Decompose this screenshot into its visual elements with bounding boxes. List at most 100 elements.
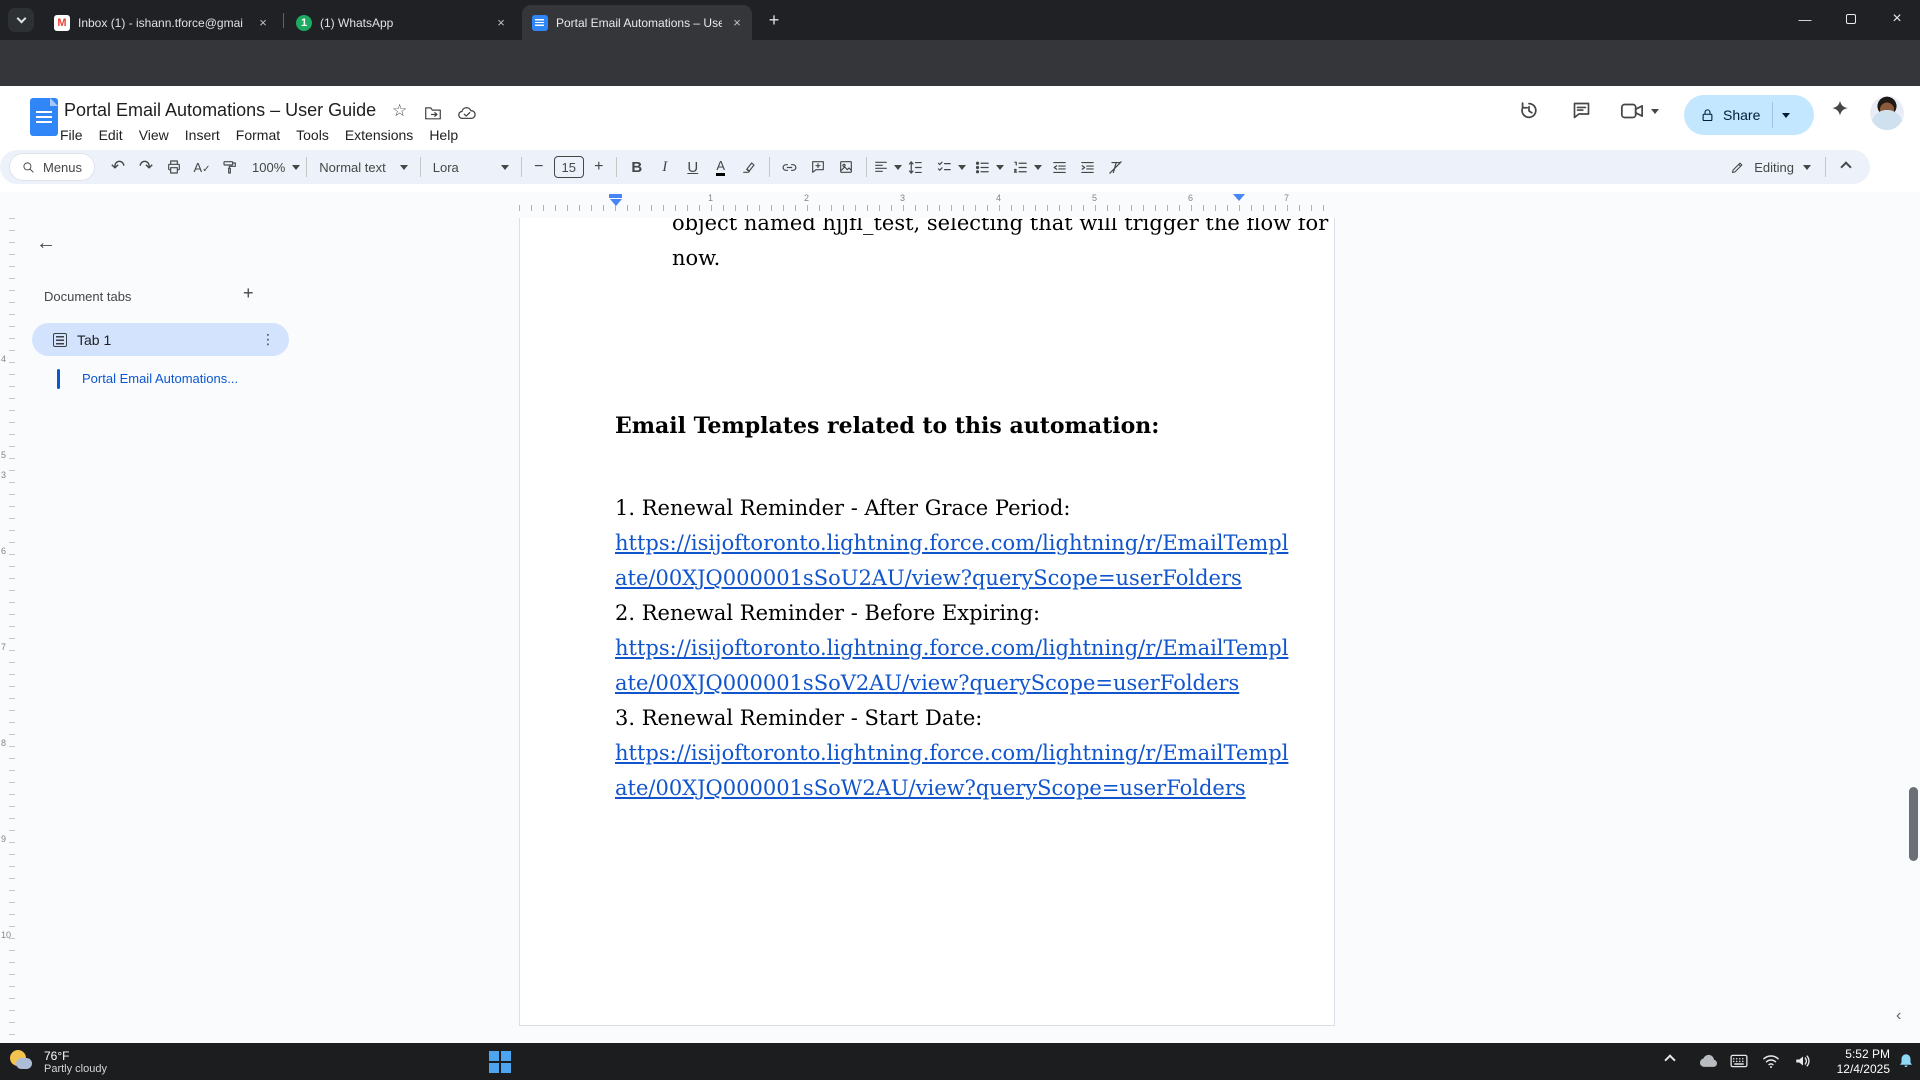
move-to-folder-icon[interactable] [424,105,442,121]
window-minimize-button[interactable]: — [1782,0,1828,38]
volume-icon[interactable] [1794,1053,1812,1069]
add-tab-button[interactable]: + [243,283,254,304]
tray-chevron-up-icon[interactable] [1666,1056,1674,1064]
tab-docs-active[interactable]: Portal Email Automations – Use × [522,5,752,40]
window-close-button[interactable]: × [1874,0,1920,38]
increase-indent-button[interactable] [1074,154,1102,180]
numbered-list-control[interactable] [1012,159,1042,176]
insert-link-button[interactable] [776,154,804,180]
document-title[interactable]: Portal Email Automations – User Guide [64,100,376,121]
template-2-link-line1[interactable]: https://isijoftoronto.lightning.force.co… [615,636,1288,660]
menu-format[interactable]: Format [228,125,288,145]
font-family-control[interactable]: Lora [427,160,515,175]
checklist-dropdown-icon [958,165,966,170]
onedrive-icon[interactable] [1698,1053,1720,1069]
comments-icon[interactable] [1571,100,1592,121]
share-button[interactable]: Share [1684,95,1814,135]
wifi-icon[interactable] [1762,1053,1780,1069]
clear-formatting-button[interactable] [1102,154,1130,180]
version-history-icon[interactable] [1518,99,1540,121]
template-3-label[interactable]: 3. Renewal Reminder - Start Date: [615,706,982,730]
template-1-link-line1[interactable]: https://isijoftoronto.lightning.force.co… [615,531,1288,555]
account-avatar[interactable] [1870,96,1904,130]
print-button[interactable] [160,154,188,180]
template-3-link-line2[interactable]: ate/00XJQ000001sSoW2AU/view?queryScope=u… [615,776,1246,800]
tab-whatsapp[interactable]: 1 (1) WhatsApp × [286,5,516,40]
italic-button[interactable]: I [651,154,679,180]
undo-button[interactable]: ↶ [104,154,132,180]
star-document-icon[interactable]: ☆ [392,101,407,121]
first-line-indent-marker[interactable] [609,194,622,198]
menu-file[interactable]: File [52,125,91,145]
template-1-label[interactable]: 1. Renewal Reminder - After Grace Period… [615,496,1070,520]
decrease-indent-button[interactable] [1046,154,1074,180]
template-3-link-line1[interactable]: https://isijoftoronto.lightning.force.co… [615,741,1288,765]
decrease-font-size-button[interactable]: − [528,154,550,180]
weather-widget[interactable]: 76°F Partly cloudy [8,1043,107,1080]
horizontal-ruler[interactable]: 1 2 3 4 5 6 7 [0,192,1920,218]
scrollbar-thumb[interactable] [1909,787,1918,861]
font-size-field[interactable]: 15 [554,156,584,178]
cloud-saved-icon[interactable] [457,105,477,121]
bulleted-list-control[interactable] [974,159,1004,176]
sidebar-tab-1[interactable]: Tab 1 ⋮ [32,323,289,356]
video-call-icon[interactable] [1620,102,1644,120]
notification-bell-icon[interactable] [1897,1052,1915,1070]
video-call-dropdown-icon[interactable] [1651,109,1659,114]
touch-keyboard-icon[interactable] [1730,1054,1748,1068]
template-2-link-line2[interactable]: ate/00XJQ000001sSoV2AU/view?queryScope=u… [615,671,1239,695]
menu-extensions[interactable]: Extensions [337,125,421,145]
gemini-sparkle-icon[interactable] [1830,99,1850,119]
template-2-label[interactable]: 2. Renewal Reminder - Before Expiring: [615,601,1040,625]
menu-help[interactable]: Help [421,125,466,145]
collapse-panel-chevron[interactable]: ‹ [1896,1004,1912,1028]
browser-toolbar: ← → ↻ docs.google.com/document/d/1jpc3R6… [0,40,1920,86]
tab-gmail[interactable]: M Inbox (1) - ishann.tforce@gmai × [44,5,278,40]
menus-label: Menus [43,160,82,175]
menu-view[interactable]: View [131,125,177,145]
section-heading[interactable]: Email Templates related to this automati… [615,413,1159,439]
start-button[interactable] [489,1051,511,1073]
new-tab-button[interactable]: + [762,9,786,33]
bold-button[interactable]: B [623,154,651,180]
align-control[interactable] [873,159,902,175]
share-dropdown-icon[interactable] [1782,113,1790,118]
bulleted-dropdown-icon [996,165,1004,170]
tab-divider [283,13,284,28]
menus-search-button[interactable]: Menus [10,154,94,180]
outline-item[interactable]: Portal Email Automations... [82,371,238,386]
window-maximize-button[interactable] [1828,0,1874,38]
add-comment-button[interactable] [804,154,832,180]
close-sidebar-button[interactable]: ← [36,232,56,255]
outdent-icon [1051,159,1068,176]
tab-search-button[interactable] [8,8,34,32]
redo-button[interactable]: ↷ [132,154,160,180]
insert-image-button[interactable] [832,154,860,180]
zoom-control[interactable]: 100% [252,160,300,175]
menu-edit[interactable]: Edit [91,125,131,145]
browser-tab-bar: M Inbox (1) - ishann.tforce@gmai × 1 (1)… [0,0,1920,40]
menu-insert[interactable]: Insert [177,125,228,145]
left-indent-marker[interactable] [610,199,622,206]
ruler-number: 6 [1188,193,1193,203]
close-tab-icon[interactable]: × [254,14,272,32]
template-1-link-line2[interactable]: ate/00XJQ000001sSoU2AU/view?queryScope=u… [615,566,1242,590]
close-tab-icon[interactable]: × [728,14,746,32]
close-tab-icon[interactable]: × [492,14,510,32]
tab-options-icon[interactable]: ⋮ [261,331,275,348]
highlight-color-button[interactable] [735,154,763,180]
text-color-button[interactable]: A [707,154,735,180]
paragraph-clipped-line2[interactable]: now. [672,246,720,270]
right-indent-marker[interactable] [1233,194,1245,201]
underline-button[interactable]: U [679,154,707,180]
menu-tools[interactable]: Tools [288,125,337,145]
hide-menus-button[interactable] [1832,154,1860,180]
spelling-check-button[interactable]: A✓ [188,154,216,180]
paragraph-style-control[interactable]: Normal text [313,160,413,175]
clock[interactable]: 5:52 PM 12/4/2025 [1828,1047,1890,1076]
increase-font-size-button[interactable]: + [588,154,610,180]
checklist-control[interactable] [936,159,966,176]
line-spacing-button[interactable] [902,154,930,180]
editing-mode-button[interactable]: Editing [1722,160,1819,175]
paint-format-button[interactable] [216,154,244,180]
